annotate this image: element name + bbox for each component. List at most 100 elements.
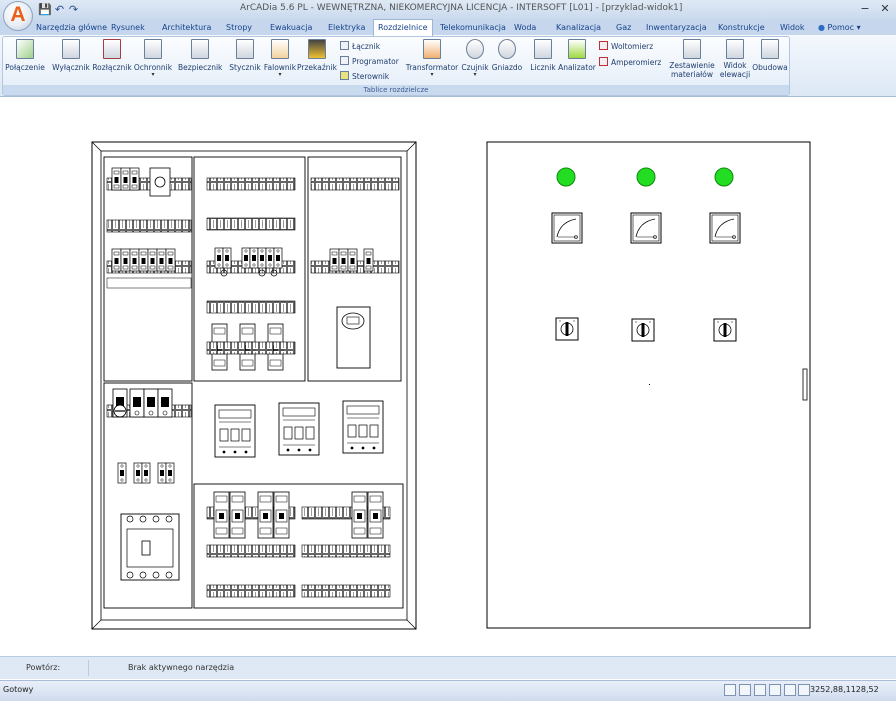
- save-icon[interactable]: 💾: [38, 3, 52, 16]
- controller-icon: [340, 71, 349, 80]
- tab-widok[interactable]: Widok: [780, 20, 805, 35]
- zestawienie-button[interactable]: Zestawienie materiałów: [667, 39, 717, 83]
- zestawienie-label: Zestawienie materiałów: [667, 61, 717, 79]
- drawing-canvas[interactable]: [0, 98, 896, 656]
- tab-architektura[interactable]: Architektura: [162, 20, 211, 35]
- tab-telekomunikacja[interactable]: Telekomunikacja: [440, 20, 506, 35]
- widok-elewacji-button[interactable]: Widok elewacji: [717, 39, 753, 83]
- minimize-button[interactable]: −: [858, 2, 872, 16]
- czujnik-button[interactable]: Czujnik ▾: [460, 39, 490, 83]
- inverter-icon: [271, 39, 289, 59]
- amperomierz-button[interactable]: Amperomierz: [599, 56, 661, 70]
- status-text: Gotowy: [3, 685, 34, 694]
- ribbon-group-label: Tablice rozdzielcze: [3, 85, 789, 95]
- chevron-down-icon: ▾: [430, 71, 434, 78]
- gniazdo-label: Gniazdo: [491, 63, 523, 72]
- gniazdo-button[interactable]: Gniazdo: [491, 39, 523, 83]
- repeat-label: Powtórz:: [26, 663, 61, 672]
- layers-icon[interactable]: [784, 684, 796, 696]
- ortho-toggle-icon[interactable]: [769, 684, 781, 696]
- surge-protector-icon: [144, 39, 162, 59]
- grid-toggle-icon[interactable]: [724, 684, 736, 696]
- timer-icon: [340, 56, 349, 65]
- sterownik-label: Sterownik: [352, 72, 390, 81]
- programator-label: Programator: [352, 57, 399, 66]
- redo-icon[interactable]: ↷: [67, 3, 80, 16]
- lacznik-label: Łącznik: [352, 42, 381, 51]
- view-3d-icon[interactable]: [739, 684, 751, 696]
- tab-stropy[interactable]: Stropy: [226, 20, 252, 35]
- ribbon-tabs: Narzędzia główne Rysunek Architektura St…: [0, 19, 896, 36]
- meter-icon: [534, 39, 552, 59]
- amperomierz-label: Amperomierz: [611, 58, 662, 67]
- ochronnik-button[interactable]: Ochronnik ▾: [133, 39, 173, 83]
- transformer-icon: [423, 39, 441, 59]
- help-label: Pomoc: [827, 23, 855, 32]
- relay-icon: [308, 39, 326, 59]
- switchboard-drawing: [91, 141, 811, 630]
- polaczenie-button[interactable]: Połączenie: [5, 39, 45, 83]
- tab-rozdzielnice[interactable]: Rozdzielnice: [373, 19, 433, 36]
- lacznik-button[interactable]: Łącznik: [340, 40, 380, 54]
- bezpiecznik-label: Bezpiecznik: [178, 63, 223, 72]
- chevron-down-icon: ▾: [278, 71, 282, 78]
- app-logo-letter: A: [10, 3, 26, 26]
- fuse-icon: [191, 39, 209, 59]
- tab-ewakuacja[interactable]: Ewakuacja: [270, 20, 312, 35]
- obudowa-label: Obudowa: [752, 63, 788, 72]
- chevron-down-icon: ▾: [854, 23, 861, 32]
- enclosure-icon: [761, 39, 779, 59]
- disconnector-icon: [103, 39, 121, 59]
- cabinet-inside-view: [91, 141, 417, 630]
- bezpiecznik-button[interactable]: Bezpiecznik: [178, 39, 222, 83]
- wylacznik-button[interactable]: Wyłącznik: [51, 39, 91, 83]
- tab-gaz[interactable]: Gaz: [616, 20, 631, 35]
- command-separator: [88, 660, 89, 676]
- tab-rysunek[interactable]: Rysunek: [111, 20, 145, 35]
- app-logo-button[interactable]: A: [3, 1, 33, 31]
- chevron-down-icon: ▾: [473, 71, 477, 78]
- tab-inwentaryzacja[interactable]: Inwentaryzacja: [646, 20, 707, 35]
- obudowa-button[interactable]: Obudowa: [751, 39, 789, 83]
- materials-list-icon: [683, 39, 701, 59]
- cursor-coordinates: 3252,88,1128,52: [810, 685, 879, 694]
- tab-konstrukcje[interactable]: Konstrukcje: [718, 20, 765, 35]
- transformator-button[interactable]: Transformator ▾: [405, 39, 459, 83]
- widok-elewacji-label: Widok elewacji: [717, 61, 753, 79]
- analizator-label: Analizator: [558, 63, 596, 72]
- sensor-icon: [466, 39, 484, 59]
- command-bar: Powtórz: Brak aktywnego narzędzia: [0, 656, 896, 679]
- undo-icon[interactable]: ↶: [53, 3, 66, 16]
- chevron-down-icon: ▾: [151, 71, 155, 78]
- stycznik-button[interactable]: Stycznik: [227, 39, 263, 83]
- tool-status-text: Brak aktywnego narzędzia: [128, 663, 235, 672]
- analizator-button[interactable]: Analizator: [557, 39, 597, 83]
- rozlacznik-label: Rozłącznik: [92, 63, 132, 72]
- socket-icon: [498, 39, 516, 59]
- woltomierz-button[interactable]: Woltomierz: [599, 40, 653, 54]
- tab-elektryka[interactable]: Elektryka: [328, 20, 365, 35]
- przekaznik-button[interactable]: Przekaźnik: [297, 39, 337, 83]
- title-bar: 💾 ↶ ↷ ArCADia 5.6 PL - WEWNĘTRZNA, NIEKO…: [0, 0, 896, 20]
- close-button[interactable]: ✕: [878, 2, 892, 16]
- ribbon-panel: Połączenie Wyłącznik Rozłącznik Ochronni…: [0, 35, 896, 97]
- cabinet-front-view: [486, 141, 811, 629]
- przekaznik-label: Przekaźnik: [297, 63, 337, 72]
- tab-kanalizacja[interactable]: Kanalizacja: [556, 20, 601, 35]
- properties-icon[interactable]: [798, 684, 810, 696]
- snap-toggle-icon[interactable]: [754, 684, 766, 696]
- voltmeter-icon: [599, 41, 608, 50]
- analyzer-icon: [568, 39, 586, 59]
- licznik-button[interactable]: Licznik: [528, 39, 558, 83]
- status-bar: Gotowy 3252,88,1128,52: [0, 680, 896, 701]
- tab-narzedzia-glowne[interactable]: Narzędzia główne: [36, 20, 107, 35]
- tab-woda[interactable]: Woda: [514, 20, 536, 35]
- rozlacznik-button[interactable]: Rozłącznik: [91, 39, 133, 83]
- programator-button[interactable]: Programator: [340, 55, 399, 69]
- window-title: ArCADia 5.6 PL - WEWNĘTRZNA, NIEKOMERCYJ…: [240, 3, 683, 13]
- ammeter-icon: [599, 57, 608, 66]
- help-menu[interactable]: ● Pomoc ▾: [818, 20, 861, 35]
- connection-icon: [16, 39, 34, 59]
- sterownik-button[interactable]: Sterownik: [340, 70, 389, 84]
- falownik-button[interactable]: Falownik ▾: [262, 39, 298, 83]
